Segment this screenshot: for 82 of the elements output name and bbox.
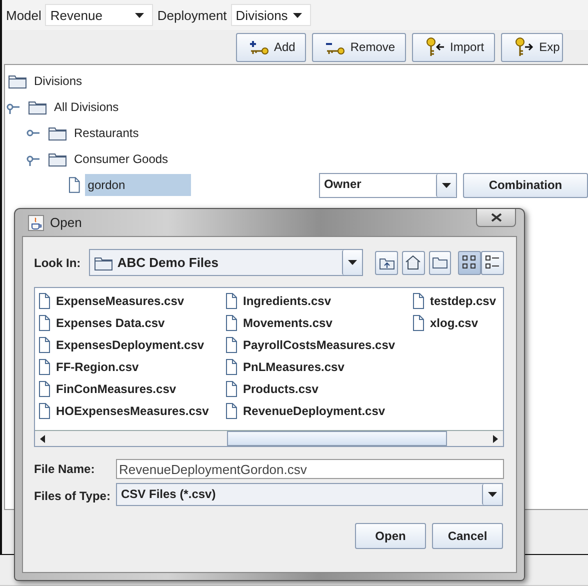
- file-icon: [225, 403, 238, 419]
- file-item[interactable]: ExpenseMeasures.csv: [56, 294, 184, 308]
- up-folder-icon: [378, 256, 395, 270]
- new-folder-button[interactable]: [428, 250, 452, 274]
- folder-icon: [48, 125, 67, 141]
- file-item[interactable]: FinConMeasures.csv: [56, 382, 176, 396]
- file-icon: [38, 337, 51, 353]
- file-item[interactable]: Products.csv: [243, 382, 318, 396]
- file-name-field[interactable]: RevenueDeploymentGordon.csv: [116, 459, 504, 479]
- folder-icon: [94, 254, 114, 270]
- file-item[interactable]: HOExpensesMeasures.csv: [56, 404, 209, 418]
- scroll-right-icon: [493, 434, 498, 442]
- file-icon: [38, 381, 51, 397]
- look-in-label: Look In:: [34, 256, 82, 270]
- tree-file-item[interactable]: gordon: [84, 174, 191, 196]
- tree-folder-item[interactable]: Restaurants: [71, 122, 142, 144]
- tree-folder-item[interactable]: All Divisions: [51, 96, 122, 118]
- caret-icon: [488, 492, 497, 497]
- details-view-button[interactable]: [481, 250, 504, 274]
- file-icon: [38, 359, 51, 375]
- owner-dropdown[interactable]: Owner: [318, 172, 457, 198]
- caret-icon: [442, 182, 451, 188]
- java-cup-icon: [28, 214, 44, 230]
- file-icon: [225, 293, 238, 309]
- file-icon: [412, 293, 425, 309]
- look-in-dropdown[interactable]: ABC Demo Files: [89, 249, 364, 276]
- list-view-icon: [462, 255, 478, 270]
- combination-button[interactable]: Combination: [462, 172, 588, 198]
- deployment-dropdown[interactable]: Divisions: [230, 4, 311, 26]
- import-button[interactable]: Import: [412, 32, 496, 62]
- scroll-left-icon: [40, 434, 45, 442]
- file-type-label: Files of Type:: [34, 488, 112, 502]
- file-item[interactable]: FF-Region.csv: [56, 360, 139, 374]
- file-icon: [225, 315, 238, 331]
- file-item[interactable]: xlog.csv: [430, 316, 478, 330]
- close-button[interactable]: [476, 209, 516, 227]
- file-item[interactable]: Ingredients.csv: [243, 294, 332, 308]
- file-item[interactable]: PayrollCostsMeasures.csv: [243, 338, 396, 352]
- file-icon: [412, 315, 425, 331]
- tree-folder-item[interactable]: Divisions: [31, 70, 86, 92]
- folder-icon: [28, 99, 47, 115]
- home-button[interactable]: [402, 250, 425, 274]
- file-item[interactable]: PnLMeasures.csv: [243, 360, 344, 374]
- key-plus-icon: [249, 40, 269, 54]
- dialog-title: Open: [50, 215, 82, 230]
- file-item[interactable]: Movements.csv: [243, 316, 332, 330]
- file-item[interactable]: testdep.csv: [430, 294, 496, 308]
- open-button[interactable]: Open: [355, 523, 426, 549]
- file-icon: [225, 337, 238, 353]
- tree-folder-item[interactable]: Consumer Goods: [71, 148, 172, 170]
- list-view-button[interactable]: [458, 250, 482, 274]
- file-icon: [38, 293, 51, 309]
- file-icon: [68, 177, 81, 193]
- file-item[interactable]: RevenueDeployment.csv: [243, 404, 386, 418]
- folder-icon: [432, 256, 448, 269]
- export-button[interactable]: Exp: [501, 32, 563, 62]
- deployment-label: Deployment: [157, 8, 227, 22]
- add-button[interactable]: Add: [236, 32, 306, 62]
- file-name-label: File Name:: [34, 462, 96, 476]
- caret-icon: [348, 260, 358, 265]
- folder-icon: [8, 73, 27, 89]
- model-dropdown[interactable]: Revenue: [45, 4, 154, 26]
- file-icon: [38, 403, 51, 419]
- home-icon: [405, 255, 422, 270]
- folder-icon: [48, 151, 67, 167]
- cancel-button[interactable]: Cancel: [432, 523, 503, 549]
- file-icon: [225, 381, 238, 397]
- close-icon: [490, 213, 502, 222]
- remove-button[interactable]: Remove: [312, 32, 406, 62]
- horizontal-scrollbar[interactable]: [35, 430, 503, 446]
- file-item[interactable]: ExpensesDeployment.csv: [56, 338, 204, 352]
- file-icon: [225, 359, 238, 375]
- up-button[interactable]: [375, 250, 398, 274]
- file-icon: [38, 315, 51, 331]
- model-label: Model: [6, 8, 42, 22]
- file-item[interactable]: Expenses Data.csv: [56, 316, 165, 330]
- key-arrow-icon: [514, 37, 534, 57]
- details-view-icon: [485, 255, 500, 270]
- key-arrow-icon: [425, 37, 446, 57]
- caret-icon: [292, 12, 302, 18]
- caret-icon: [135, 12, 144, 18]
- file-type-dropdown[interactable]: CSV Files (*.csv): [116, 483, 503, 506]
